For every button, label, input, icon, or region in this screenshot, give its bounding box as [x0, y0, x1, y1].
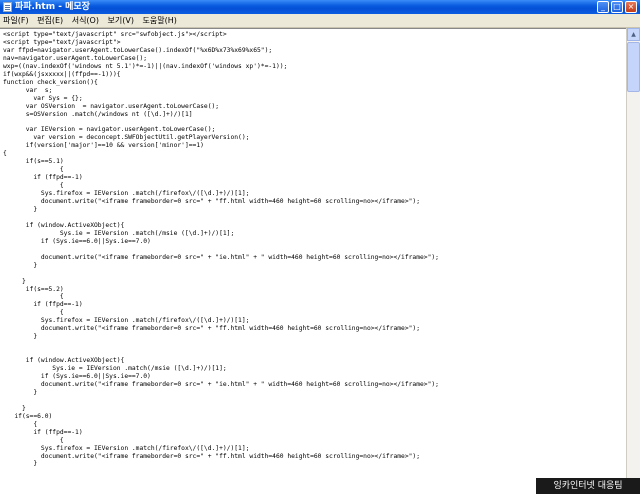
code-line: if (ffpd==-1) — [3, 428, 83, 436]
code-line: Sys.firefox = IEVersion .match(/firefox\… — [3, 190, 250, 198]
code-line: if(s==5.2) — [3, 285, 64, 293]
code-line: { — [3, 166, 64, 174]
close-button[interactable]: × — [625, 1, 637, 13]
scroll-up-button[interactable]: ▲ — [627, 28, 640, 41]
code-line: var s; — [3, 86, 53, 94]
code-line: if(wxp&&(jsxxxxx||(ffpd==-1))){ — [3, 70, 121, 78]
menu-edit[interactable]: 편집(E) — [34, 14, 66, 27]
minimize-button[interactable]: _ — [597, 1, 609, 13]
code-line: if (window.ActiveXObject){ — [3, 221, 125, 229]
vertical-scrollbar[interactable]: ▲ — [626, 28, 640, 494]
code-line: } — [3, 404, 26, 412]
code-line: if(version['major']==10 && version['mino… — [3, 142, 204, 150]
text-editor[interactable]: <script type="text/javascript" src="swfo… — [0, 28, 626, 494]
code-line: if (Sys.ie==6.0||Sys.ie==7.0) — [3, 237, 151, 245]
scroll-thumb[interactable] — [627, 42, 640, 92]
code-line: { — [3, 436, 64, 444]
code-line: var Sys = {}; — [3, 94, 83, 102]
code-line: { — [3, 150, 7, 158]
watermark-label: 잉카인터넷 대응팀 — [536, 478, 640, 494]
code-line: if(s==5.1) — [3, 158, 64, 166]
menu-help[interactable]: 도움말(H) — [140, 14, 180, 27]
code-line: Sys.firefox = IEVersion .match(/firefox\… — [3, 317, 250, 325]
code-line: document.write("<iframe frameborder=0 sr… — [3, 253, 439, 261]
code-line: document.write("<iframe frameborder=0 sr… — [3, 452, 421, 460]
notepad-window: 파파.htm - 메모장 _ □ × 파일(F) 편집(E) 서식(O) 보기(… — [0, 0, 640, 494]
code-line: if (Sys.ie==6.0||Sys.ie==7.0) — [3, 372, 151, 380]
notepad-icon — [3, 2, 12, 12]
code-line: { — [3, 293, 64, 301]
code-line: function check_version(){ — [3, 78, 98, 86]
code-line: if (ffpd==-1) — [3, 301, 83, 309]
code-line: Sys.ie = IEVersion .match(/msie ([\d.]+)… — [3, 365, 227, 373]
code-line: if (ffpd==-1) — [3, 174, 83, 182]
menu-view[interactable]: 보기(V) — [105, 14, 137, 27]
window-title: 파파.htm - 메모장 — [15, 2, 90, 12]
code-line: var ffpd=navigator.userAgent.toLowerCase… — [3, 46, 273, 54]
code-line: <script type="text/javascript" src="swfo… — [3, 31, 227, 38]
code-line: } — [3, 205, 38, 213]
code-line: } — [3, 460, 38, 468]
code-line: } — [3, 333, 38, 341]
code-line: Sys.firefox = IEVersion .match(/firefox\… — [3, 444, 250, 452]
code-line: { — [3, 182, 64, 190]
code-line: var IEVersion = navigator.userAgent.toLo… — [3, 126, 216, 134]
menu-bar: 파일(F) 편집(E) 서식(O) 보기(V) 도움말(H) — [0, 14, 640, 28]
code-line: { — [3, 420, 38, 428]
code-line: s=OSVersion .match(/windows nt ([\d.]+)/… — [3, 110, 193, 118]
menu-format[interactable]: 서식(O) — [69, 14, 102, 27]
code-line: var version = deconcept.SWFObjectUtil.ge… — [3, 134, 250, 142]
code-line: document.write("<iframe frameborder=0 sr… — [3, 380, 439, 388]
code-line: wxp=((nav.indexOf('windows nt 5.1')*=-1)… — [3, 62, 288, 70]
code-line: } — [3, 261, 38, 269]
maximize-button[interactable]: □ — [611, 1, 623, 13]
code-line: if (window.ActiveXObject){ — [3, 357, 125, 365]
code-line: <script type="text/javascript"> — [3, 38, 121, 46]
code-line: } — [3, 277, 26, 285]
code-line: nav=navigator.userAgent.toLowerCase(); — [3, 54, 148, 62]
code-line: Sys.ie = IEVersion .match(/msie ([\d.]+)… — [3, 229, 235, 237]
menu-file[interactable]: 파일(F) — [0, 14, 32, 27]
code-line: if(s==6.0) — [3, 412, 53, 420]
code-line: { — [3, 309, 64, 317]
editor-content[interactable]: <script type="text/javascript" src="swfo… — [0, 29, 626, 468]
title-bar[interactable]: 파파.htm - 메모장 _ □ × — [0, 0, 640, 14]
code-line: document.write("<iframe frameborder=0 sr… — [3, 325, 421, 333]
code-line: var OSVersion = navigator.userAgent.toLo… — [3, 102, 220, 110]
code-line: } — [3, 388, 38, 396]
code-line: document.write("<iframe frameborder=0 sr… — [3, 198, 421, 206]
